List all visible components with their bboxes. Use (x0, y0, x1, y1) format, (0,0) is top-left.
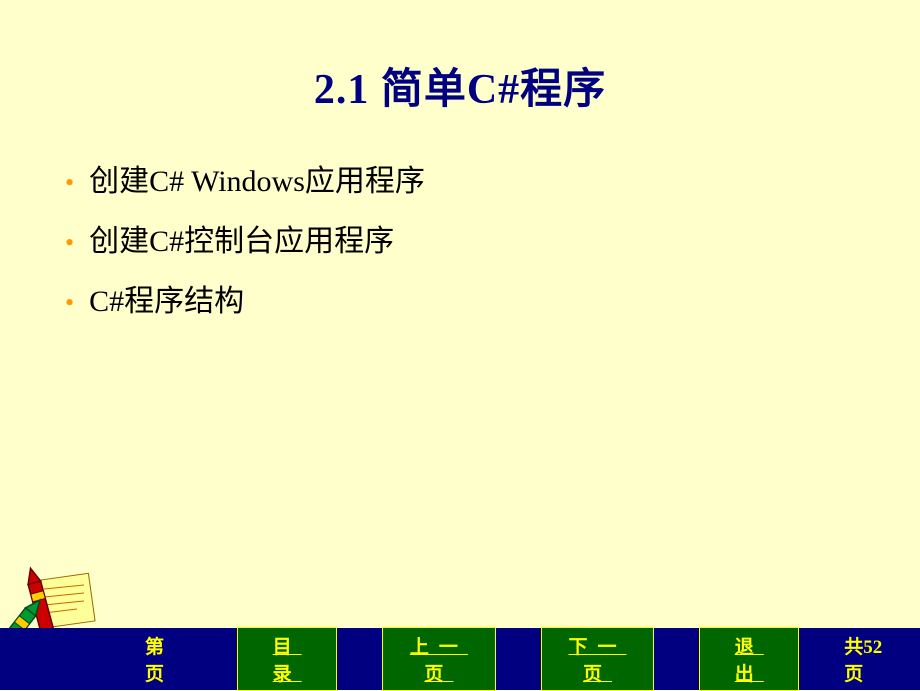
page-total-suffix: 页 (844, 664, 863, 685)
next-button[interactable]: 下一页 (541, 627, 655, 691)
bullet-icon: • (65, 165, 74, 201)
slide-container: 2.1 简单C#程序 • 创建C# Windows应用程序 • 创建C#控制台应… (0, 0, 920, 690)
page-total-label: 共52页 (844, 632, 900, 686)
bullet-icon: • (65, 225, 74, 261)
list-item: • C#程序结构 (65, 281, 920, 323)
prev-button[interactable]: 上一页 (382, 627, 496, 691)
list-item: • 创建C# Windows应用程序 (65, 161, 920, 203)
toc-button[interactable]: 目 录 (237, 627, 337, 691)
bullet-icon: • (65, 285, 74, 321)
exit-button[interactable]: 退 出 (699, 627, 799, 691)
content-area: • 创建C# Windows应用程序 • 创建C#控制台应用程序 • C#程序结… (0, 116, 920, 323)
bullet-text: 创建C# Windows应用程序 (89, 161, 425, 203)
bullet-text: 创建C#控制台应用程序 (89, 221, 394, 263)
page-current-label: 第页 (145, 632, 182, 686)
bullet-text: C#程序结构 (89, 281, 244, 323)
footer-nav: 第页 目 录 上一页 下一页 退 出 共52页 (0, 628, 920, 690)
page-total-prefix: 共 (844, 637, 863, 658)
slide-title: 2.1 简单C#程序 (0, 0, 920, 116)
nav-button-group: 目 录 上一页 下一页 退 出 (237, 627, 799, 691)
list-item: • 创建C#控制台应用程序 (65, 221, 920, 263)
page-total-number: 52 (863, 637, 882, 658)
